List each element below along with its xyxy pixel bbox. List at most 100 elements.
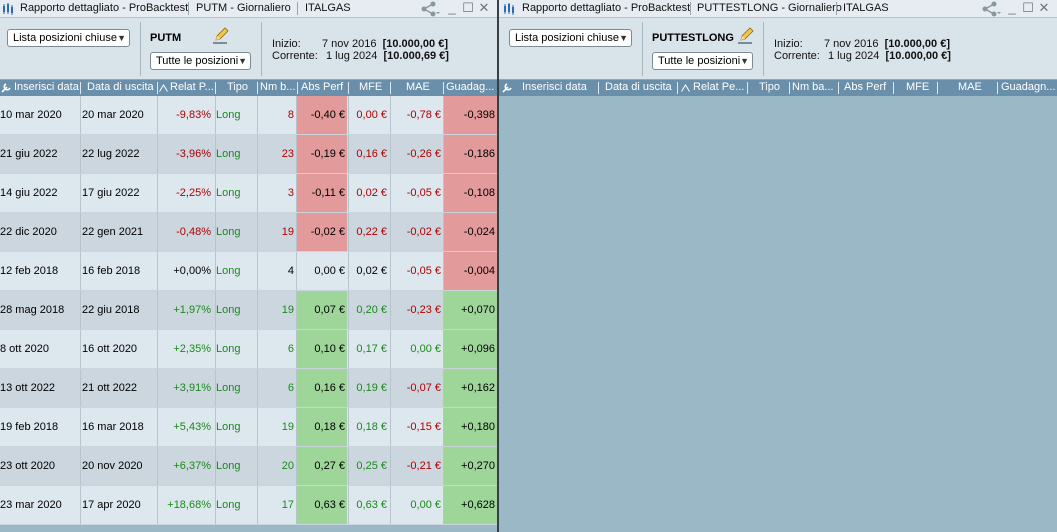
column-separator bbox=[296, 96, 297, 134]
column-separator bbox=[348, 447, 349, 485]
table-row[interactable]: 14 giu 2022 17 giu 2022 -2,25% Long 3 -0,11 €… bbox=[0, 174, 497, 213]
col-num-bars[interactable]: Nm b... bbox=[260, 80, 296, 96]
cell-mae: -0,21 € bbox=[406, 460, 441, 472]
cell-mfe: 0,25 € bbox=[356, 460, 387, 472]
col-mfe[interactable]: MFE bbox=[906, 80, 934, 96]
cell-relat: -2,25% bbox=[176, 187, 211, 199]
left-filter-select[interactable]: Tutte le posizioni ▼ bbox=[150, 52, 251, 70]
col-relat-perf[interactable]: Relat Pe... bbox=[693, 80, 745, 96]
col-abs-perf[interactable]: Abs Perf bbox=[844, 80, 892, 96]
column-separator bbox=[348, 408, 349, 446]
wrench-icon[interactable] bbox=[1, 83, 11, 93]
close-icon[interactable]: ✕ bbox=[1037, 0, 1051, 18]
pencil-icon[interactable] bbox=[212, 27, 230, 45]
right-start-info: 7 nov 2016 [10.000,00 €] bbox=[824, 38, 950, 50]
col-relat-perf[interactable]: Relat P... bbox=[170, 80, 214, 96]
col-mfe[interactable]: MFE bbox=[359, 80, 387, 96]
right-tab-instrument[interactable]: ITALGAS bbox=[843, 0, 889, 18]
column-separator bbox=[443, 96, 444, 134]
cell-entry: 8 ott 2020 bbox=[0, 343, 49, 355]
table-row[interactable]: 19 feb 2018 16 mar 2018 +5,43% Long 19 0,18 €… bbox=[0, 408, 497, 447]
table-row[interactable]: 23 ott 2020 20 nov 2020 +6,37% Long 20 0,27 €… bbox=[0, 447, 497, 486]
column-separator bbox=[257, 408, 258, 446]
column-separator bbox=[348, 213, 349, 251]
cell-abs: 0,07 € bbox=[297, 291, 347, 329]
left-tab-report[interactable]: Rapporto dettagliato - ProBacktest bbox=[20, 0, 188, 18]
column-separator bbox=[215, 330, 216, 368]
col-mae[interactable]: MAE bbox=[958, 80, 986, 96]
cell-abs: 0,00 € bbox=[314, 265, 345, 277]
column-separator bbox=[80, 330, 81, 368]
cell-relat: +6,37% bbox=[173, 460, 211, 472]
cell-gain: -0,186 bbox=[444, 135, 497, 173]
column-separator bbox=[390, 486, 391, 524]
col-gain[interactable]: Guadagn... bbox=[1001, 80, 1057, 96]
col-gain[interactable]: Guadag... bbox=[446, 80, 496, 96]
column-separator bbox=[296, 135, 297, 173]
candlestick-icon bbox=[3, 3, 13, 15]
cell-nb: 19 bbox=[281, 226, 294, 238]
cell-entry: 23 mar 2020 bbox=[0, 499, 62, 511]
right-symbol-name: PUTTESTLONG bbox=[652, 32, 734, 44]
maximize-icon[interactable]: ☐ bbox=[461, 0, 475, 18]
share-icon[interactable] bbox=[420, 1, 440, 17]
left-tab-instrument[interactable]: ITALGAS bbox=[305, 0, 351, 18]
column-separator bbox=[390, 174, 391, 212]
col-abs-perf[interactable]: Abs Perf bbox=[301, 80, 347, 96]
col-entry-date[interactable]: Inserisci data bbox=[14, 80, 80, 96]
chevron-down-icon: ▼ bbox=[238, 56, 247, 66]
column-separator bbox=[257, 330, 258, 368]
cell-nb: 19 bbox=[281, 304, 294, 316]
right-tab-symbol[interactable]: PUTTESTLONG - Giornaliero bbox=[697, 0, 842, 18]
col-num-bars[interactable]: Nm ba... bbox=[792, 80, 836, 96]
column-separator bbox=[157, 135, 158, 173]
cell-gain: +0,070 bbox=[444, 291, 497, 329]
maximize-icon[interactable]: ☐ bbox=[1021, 0, 1035, 18]
cell-nb: 6 bbox=[287, 343, 294, 355]
table-row[interactable]: 22 dic 2020 22 gen 2021 -0,48% Long 19 -0,02 … bbox=[0, 213, 497, 252]
cell-exit: 22 gen 2021 bbox=[82, 226, 144, 238]
table-row[interactable]: 10 mar 2020 20 mar 2020 -9,83% Long 8 -0,40 €… bbox=[0, 96, 497, 135]
wrench-icon[interactable] bbox=[502, 83, 512, 93]
cell-exit: 16 mar 2018 bbox=[82, 421, 144, 433]
table-row[interactable]: 23 mar 2020 17 apr 2020 +18,68% Long 17 0,63 … bbox=[0, 486, 497, 525]
column-separator bbox=[257, 252, 258, 290]
table-row[interactable]: 21 giu 2022 22 lug 2022 -3,96% Long 23 -0,19 … bbox=[0, 135, 497, 174]
column-separator bbox=[215, 135, 216, 173]
close-icon[interactable]: ✕ bbox=[477, 0, 491, 18]
column-separator bbox=[296, 408, 297, 446]
col-mae[interactable]: MAE bbox=[406, 80, 434, 96]
right-tab-report[interactable]: Rapporto dettagliato - ProBacktest bbox=[522, 0, 690, 18]
cell-type: Long bbox=[216, 343, 241, 355]
left-title-bar: Rapporto dettagliato - ProBacktest PUTM … bbox=[0, 0, 497, 18]
cell-abs: 0,10 € bbox=[297, 330, 347, 368]
column-separator bbox=[390, 213, 391, 251]
cell-exit: 22 lug 2022 bbox=[82, 148, 140, 160]
table-row[interactable]: 8 ott 2020 16 ott 2020 +2,35% Long 6 0,10 € 0,… bbox=[0, 330, 497, 369]
column-separator bbox=[443, 213, 444, 251]
column-separator bbox=[443, 408, 444, 446]
minimize-icon[interactable]: _ bbox=[445, 0, 459, 18]
col-entry-date[interactable]: Inserisci data bbox=[522, 80, 594, 96]
table-row[interactable]: 13 ott 2022 21 ott 2022 +3,91% Long 6 0,16 € 0… bbox=[0, 369, 497, 408]
cell-mae: 0,00 € bbox=[410, 499, 441, 511]
right-list-select[interactable]: Lista posizioni chiuse ▼ bbox=[509, 29, 632, 47]
right-filter-select[interactable]: Tutte le posizioni ▼ bbox=[652, 52, 753, 70]
cell-abs: -0,11 € bbox=[297, 174, 347, 212]
cell-entry: 22 dic 2020 bbox=[0, 226, 57, 238]
table-row[interactable]: 28 mag 2018 22 giu 2018 +1,97% Long 19 0,07 €… bbox=[0, 291, 497, 330]
pencil-icon[interactable] bbox=[737, 27, 755, 45]
col-exit-date[interactable]: Data di uscita bbox=[87, 80, 155, 96]
col-type[interactable]: Tipo bbox=[759, 80, 787, 96]
cell-mae: -0,05 € bbox=[406, 187, 441, 199]
col-exit-date[interactable]: Data di uscita bbox=[605, 80, 675, 96]
cell-mfe: 0,00 € bbox=[356, 109, 387, 121]
col-type[interactable]: Tipo bbox=[227, 80, 255, 96]
minimize-icon[interactable]: _ bbox=[1005, 0, 1019, 18]
left-list-select[interactable]: Lista posizioni chiuse ▼ bbox=[7, 29, 130, 47]
table-row[interactable]: 12 feb 2018 16 feb 2018 +0,00% Long 4 0,00 € 0… bbox=[0, 252, 497, 291]
left-tab-symbol[interactable]: PUTM - Giornaliero bbox=[196, 0, 291, 18]
column-separator bbox=[157, 447, 158, 485]
share-icon[interactable] bbox=[981, 1, 1001, 17]
cell-nb: 23 bbox=[281, 148, 294, 160]
